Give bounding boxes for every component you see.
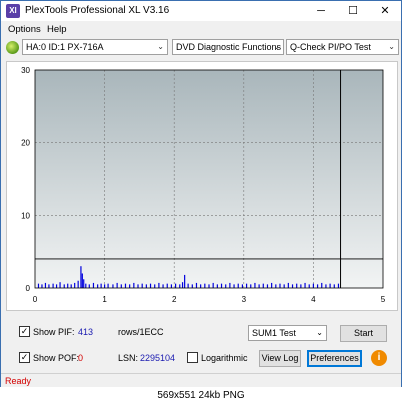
function-select[interactable]: DVD Diagnostic Functions ⌄	[172, 39, 284, 55]
drive-icon	[6, 41, 19, 54]
chevron-down-icon: ⌄	[157, 42, 164, 51]
x-tick-label: 4	[311, 295, 316, 304]
maximize-button[interactable]: ☐	[338, 1, 368, 21]
show-pof-label: Show POF:	[33, 353, 80, 363]
chevron-down-icon: ⌄	[316, 328, 323, 337]
sum-test-select-value: SUM1 Test	[252, 328, 296, 338]
sum-test-select[interactable]: SUM1 Test ⌄	[248, 325, 327, 341]
lsn-value: 2295104	[140, 353, 176, 363]
info-icon[interactable]: i	[371, 350, 387, 366]
window-title: PlexTools Professional XL V3.16	[25, 5, 170, 16]
lsn-label: LSN:	[118, 353, 139, 363]
status-bar: Ready	[1, 373, 401, 388]
show-pif-checkbox[interactable]: ✓	[19, 326, 30, 337]
y-tick-label: 20	[21, 139, 30, 148]
chart-panel: 0 1 2 3 4 5 0 10 20 30	[6, 61, 398, 311]
logarithmic-label: Logarithmic	[201, 353, 248, 363]
x-tick-label: 3	[242, 295, 247, 304]
toolbar: HA:0 ID:1 PX-716A ⌄ DVD Diagnostic Funct…	[1, 38, 401, 58]
y-tick-label: 0	[26, 284, 31, 293]
menu-bar: Options Help	[1, 22, 401, 38]
x-tick-label: 2	[172, 295, 177, 304]
x-tick-label: 0	[33, 295, 38, 304]
view-log-button[interactable]: View Log	[259, 350, 301, 367]
menu-help[interactable]: Help	[47, 24, 67, 35]
menu-options[interactable]: Options	[8, 24, 41, 35]
image-caption: 569x551 24kb PNG	[0, 387, 402, 404]
title-bar[interactable]: Xl PlexTools Professional XL V3.16 ─ ☐ ✕	[1, 1, 401, 21]
show-pif-label: Show PIF:	[33, 327, 75, 337]
app-icon: Xl	[6, 4, 20, 18]
status-text: Ready	[5, 376, 32, 386]
pi-po-chart: 0 1 2 3 4 5 0 10 20 30	[21, 66, 386, 304]
test-select[interactable]: Q-Check PI/PO Test ⌄	[286, 39, 399, 55]
checkmark-icon: ✓	[20, 326, 29, 336]
y-tick-label: 30	[21, 66, 30, 75]
minimize-button[interactable]: ─	[306, 1, 336, 21]
drive-select-value: HA:0 ID:1 PX-716A	[26, 42, 104, 52]
y-tick-label: 10	[21, 211, 30, 220]
chevron-down-icon: ⌄	[273, 42, 280, 51]
logarithmic-checkbox[interactable]	[187, 352, 198, 363]
checkmark-icon: ✓	[20, 352, 29, 362]
show-pof-checkbox[interactable]: ✓	[19, 352, 30, 363]
app-window: Xl PlexTools Professional XL V3.16 ─ ☐ ✕…	[0, 0, 402, 388]
chevron-down-icon: ⌄	[388, 42, 395, 51]
pif-unit: rows/1ECC	[118, 327, 164, 337]
close-button[interactable]: ✕	[370, 1, 400, 21]
preferences-button[interactable]: Preferences	[307, 350, 362, 367]
test-select-value: Q-Check PI/PO Test	[290, 42, 371, 52]
pif-value: 413	[78, 327, 94, 337]
x-tick-label: 5	[381, 295, 386, 304]
plot-background	[35, 70, 383, 288]
drive-select[interactable]: HA:0 ID:1 PX-716A ⌄	[22, 39, 168, 55]
function-select-value: DVD Diagnostic Functions	[176, 42, 282, 52]
start-button[interactable]: Start	[340, 325, 387, 342]
pof-value: 0	[78, 353, 84, 363]
x-tick-label: 1	[102, 295, 107, 304]
